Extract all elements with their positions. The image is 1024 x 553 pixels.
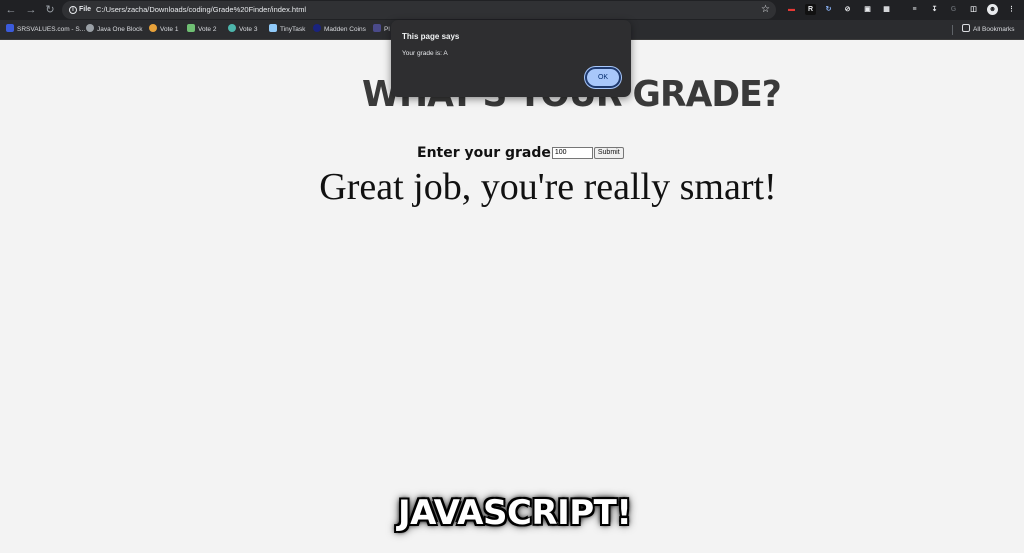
page-content: WHAT'S YOUR GRADE? Enter your gradeSubmi… xyxy=(0,41,1024,553)
side-panel-icon[interactable]: ◫ xyxy=(968,4,979,15)
file-label: File xyxy=(79,6,92,13)
folder-icon xyxy=(962,24,970,32)
profile-avatar[interactable]: ☻ xyxy=(987,4,998,15)
bookmark-item[interactable]: TinyTask xyxy=(269,24,305,36)
submit-button[interactable]: Submit xyxy=(593,146,624,159)
dialog-title: This page says xyxy=(402,32,460,41)
extension-r-icon[interactable]: R xyxy=(805,4,816,15)
bookmark-favicon-icon xyxy=(187,24,195,32)
url-text: C:/Users/zacha/Downloads/coding/Grade%20… xyxy=(96,5,307,14)
bookmark-item[interactable]: Java One Block xyxy=(86,24,143,36)
extension-box-icon[interactable]: ▣ xyxy=(862,4,873,15)
extension-compass-icon[interactable]: ⊘ xyxy=(842,4,853,15)
browser-toolbar: ← → ↻ i File C:/Users/zacha/Downloads/cod… xyxy=(0,0,1024,20)
google-g-icon[interactable]: G xyxy=(948,4,959,15)
bookmarks-divider xyxy=(952,25,953,35)
bookmark-star-icon[interactable]: ☆ xyxy=(761,3,770,17)
reading-list-icon[interactable]: ≡ xyxy=(909,4,920,15)
address-bar[interactable]: i File C:/Users/zacha/Downloads/coding/Gr… xyxy=(62,1,776,19)
info-icon: i xyxy=(69,6,77,14)
alert-dialog: This page says Your grade is: A OK xyxy=(391,20,631,97)
dialog-message: Your grade is: A xyxy=(402,50,448,57)
video-caption: JAVASCRIPT! xyxy=(398,493,632,533)
bookmark-item[interactable]: Vote 3 xyxy=(228,24,257,36)
result-message: Great job, you're really smart! xyxy=(319,166,777,208)
bookmark-favicon-icon xyxy=(373,24,381,32)
bookmark-item[interactable]: Vote 2 xyxy=(187,24,216,36)
grade-form: Enter your grade Submit xyxy=(417,144,624,162)
grade-label: Enter your grade xyxy=(417,144,551,161)
bookmark-favicon-icon xyxy=(269,24,277,32)
bookmark-favicon-icon xyxy=(149,24,157,32)
bookmark-favicon-icon xyxy=(6,24,14,32)
forward-icon[interactable]: → xyxy=(24,3,38,17)
extensions-puzzle-icon[interactable]: ▦ xyxy=(881,4,892,15)
extension-red-icon[interactable]: ▬ xyxy=(785,4,798,15)
bookmark-item[interactable]: Madden Coins xyxy=(313,24,366,36)
reload-icon[interactable]: ↻ xyxy=(43,3,57,17)
download-icon[interactable]: ↧ xyxy=(929,4,940,15)
all-bookmarks[interactable]: All Bookmarks xyxy=(962,24,1015,36)
bookmark-item[interactable]: Pl xyxy=(373,24,390,36)
globe-icon xyxy=(86,24,94,32)
grade-input[interactable] xyxy=(551,146,593,159)
back-icon[interactable]: ← xyxy=(4,3,18,17)
bookmark-favicon-icon xyxy=(228,24,236,32)
bookmark-item[interactable]: SRSVALUES.com - S... xyxy=(6,24,85,36)
bookmark-item[interactable]: Vote 1 xyxy=(149,24,178,36)
extension-translate-icon[interactable]: ↻ xyxy=(823,4,834,15)
site-info-chip[interactable]: i File xyxy=(66,4,94,16)
ok-button[interactable]: OK xyxy=(585,67,621,88)
menu-kebab-icon[interactable]: ⋮ xyxy=(1006,4,1017,15)
bookmark-favicon-icon xyxy=(313,24,321,32)
